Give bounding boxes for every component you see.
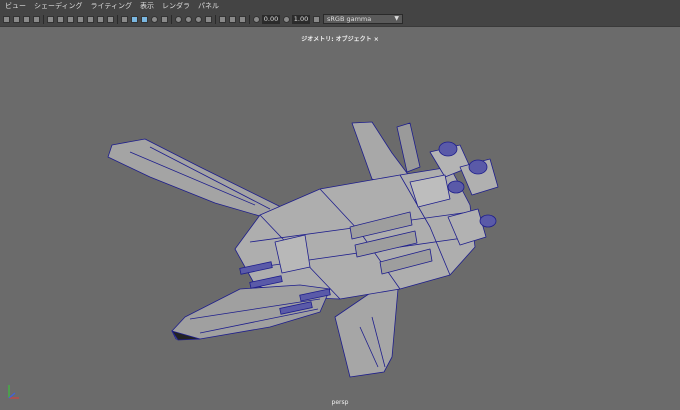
grid-icon[interactable]	[47, 15, 54, 23]
spaceship-model[interactable]	[0, 27, 680, 410]
left-wing	[107, 138, 286, 220]
menu-lighting[interactable]: ライティング	[91, 1, 132, 11]
menu-show[interactable]: 表示	[140, 1, 154, 11]
exhaust-1	[438, 141, 458, 157]
select-camera-icon[interactable]	[3, 15, 10, 23]
exposure-icon[interactable]	[253, 15, 260, 23]
menu-view[interactable]: ビュー	[5, 1, 26, 11]
color-management-icon[interactable]	[313, 15, 320, 23]
bottom-fin	[334, 284, 399, 378]
resolution-gate-icon[interactable]	[67, 15, 74, 23]
menu-renderer[interactable]: レンダラ	[162, 1, 190, 11]
motion-blur-icon[interactable]	[195, 15, 202, 23]
viewport-3d[interactable]: ジオメトリ: オブジェクト × persp	[0, 26, 680, 410]
shadows-icon[interactable]	[175, 15, 182, 23]
exposure-field[interactable]: 0.00	[262, 14, 280, 24]
menubar: ビュー シェーディング ライティング 表示 レンダラ パネル	[0, 0, 680, 12]
chevron-down-icon: ▼	[394, 15, 399, 22]
safe-title-icon[interactable]	[107, 15, 114, 23]
exhaust-4	[479, 214, 497, 228]
separator	[215, 14, 216, 24]
exhaust-2	[468, 159, 488, 175]
anti-aliasing-icon[interactable]	[205, 15, 212, 23]
menu-shading[interactable]: シェーディング	[34, 1, 83, 11]
gate-mask-icon[interactable]	[77, 15, 84, 23]
camera-label: persp	[331, 399, 349, 406]
gamma-icon[interactable]	[283, 15, 290, 23]
separator	[171, 14, 172, 24]
bookmark-icon[interactable]	[23, 15, 30, 23]
panel-toolbar: 0.00 1.00 sRGB gamma ▼	[0, 12, 680, 26]
nose	[171, 284, 331, 340]
separator	[43, 14, 44, 24]
camera-attributes-icon[interactable]	[13, 15, 20, 23]
xray-icon[interactable]	[229, 15, 236, 23]
textured-icon[interactable]	[151, 15, 158, 23]
isolate-select-icon[interactable]	[219, 15, 226, 23]
view-transform-select[interactable]: sRGB gamma ▼	[323, 14, 403, 24]
xray-joints-icon[interactable]	[239, 15, 246, 23]
gamma-field[interactable]: 1.00	[292, 14, 310, 24]
smooth-shade-icon[interactable]	[131, 15, 138, 23]
image-plane-icon[interactable]	[33, 15, 40, 23]
menu-panels[interactable]: パネル	[198, 1, 219, 11]
wireframe-icon[interactable]	[121, 15, 128, 23]
safe-action-icon[interactable]	[97, 15, 104, 23]
separator	[117, 14, 118, 24]
separator	[249, 14, 250, 24]
ambient-occlusion-icon[interactable]	[185, 15, 192, 23]
view-transform-value: sRGB gamma	[327, 15, 372, 23]
exhaust-3	[447, 180, 465, 194]
wireframe-on-shaded-icon[interactable]	[141, 15, 148, 23]
use-lights-icon[interactable]	[161, 15, 168, 23]
field-chart-icon[interactable]	[87, 15, 94, 23]
film-gate-icon[interactable]	[57, 15, 64, 23]
